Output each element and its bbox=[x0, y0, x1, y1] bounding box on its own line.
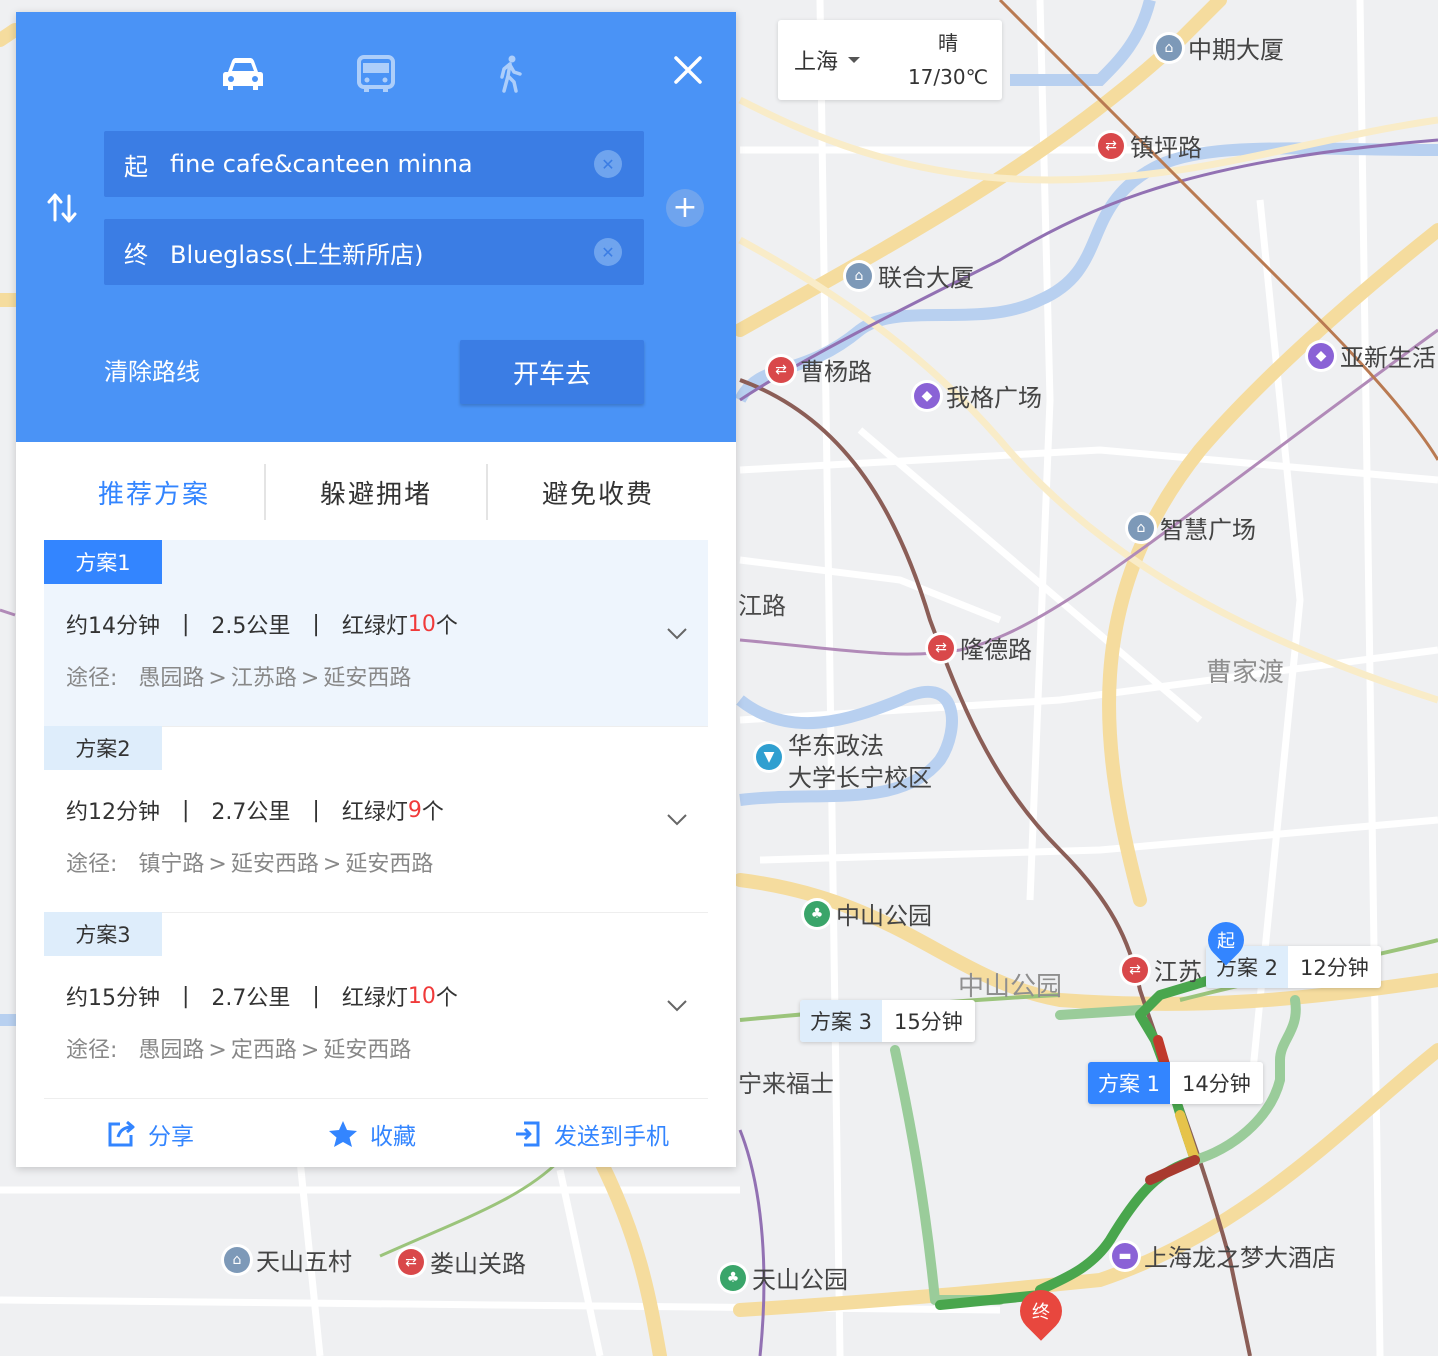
share-button[interactable]: 分享 bbox=[106, 1117, 194, 1151]
clear-start-icon[interactable]: ✕ bbox=[594, 150, 622, 178]
school-icon: ▼ bbox=[756, 744, 782, 770]
route-plan-3[interactable]: 方案3 约15分钟 | 2.7公里 | 红绿灯 10 个 途径: 愚园路 > 定西路 > 延安西… bbox=[44, 912, 708, 1099]
building-icon: ⌂ bbox=[1128, 514, 1154, 541]
building-icon: ⌂ bbox=[224, 1246, 250, 1273]
bus-icon[interactable] bbox=[354, 52, 398, 96]
poi-zhongshan-park[interactable]: ♣ 中山公园 bbox=[804, 896, 932, 931]
area-label-caojiadu: 曹家渡 bbox=[1206, 658, 1285, 688]
metro-icon: ⇄ bbox=[1122, 956, 1148, 983]
plan-via: 途径: 愚园路 > 江苏路 > 延安西路 bbox=[66, 666, 412, 691]
area-label-zhongshan-park: 中山公园 bbox=[958, 972, 1063, 1002]
metro-icon: ⇄ bbox=[398, 1248, 424, 1275]
end-field[interactable]: 终 Blueglass(上生新所店) ✕ bbox=[104, 219, 644, 285]
panel-actions: 分享 收藏 发送到手机 bbox=[44, 1106, 708, 1162]
poi-woge-plaza[interactable]: ◆ 我格广场 bbox=[914, 378, 1042, 413]
plan-via: 途径: 镇宁路 > 延安西路 > 延安西路 bbox=[66, 852, 434, 877]
poi-line2: 大学长宁校区 bbox=[788, 764, 932, 792]
building-icon: ⌂ bbox=[846, 262, 872, 289]
plan-stats: 约14分钟 | 2.5公里 | 红绿灯 10 个 bbox=[66, 611, 458, 640]
chevron-down-icon[interactable] bbox=[664, 620, 690, 646]
send-to-phone-button[interactable]: 发送到手机 bbox=[514, 1117, 669, 1151]
car-icon[interactable] bbox=[221, 52, 265, 96]
poi-tianshan-wucun[interactable]: ⌂ 天山五村 bbox=[224, 1242, 352, 1277]
poi-line1: 华东政法 bbox=[788, 732, 884, 760]
close-icon[interactable] bbox=[668, 50, 708, 90]
weather-condition: 晴 bbox=[938, 31, 958, 55]
road-label-laifushi: 宁来福士 bbox=[738, 1070, 834, 1098]
shopping-icon: ◆ bbox=[914, 382, 940, 409]
chevron-down-icon[interactable] bbox=[664, 992, 690, 1018]
park-icon: ♣ bbox=[720, 1264, 746, 1291]
start-field[interactable]: 起 fine cafe&canteen minna ✕ bbox=[104, 131, 644, 197]
share-icon bbox=[108, 1120, 135, 1147]
route-panel: 起 fine cafe&canteen minna ✕ 终 Blueglass(… bbox=[16, 12, 736, 1167]
route-tag-plan3[interactable]: 方案 3 15分钟 bbox=[800, 1000, 975, 1042]
chevron-down-icon[interactable] bbox=[664, 806, 690, 832]
poi-tianshan-park[interactable]: ♣ 天山公园 bbox=[720, 1260, 848, 1295]
drive-button[interactable]: 开车去 bbox=[460, 340, 644, 404]
route-plan-1[interactable]: 方案1 约14分钟 | 2.5公里 | 红绿灯 10 个 途径: 愚园路 > 江苏路 > 延安西… bbox=[44, 540, 708, 727]
end-tag: 终 bbox=[124, 240, 148, 269]
favorite-button[interactable]: 收藏 bbox=[328, 1117, 416, 1151]
plan-stats: 约12分钟 | 2.7公里 | 红绿灯 9 个 bbox=[66, 797, 444, 826]
plan-label: 方案1 bbox=[44, 540, 162, 584]
route-panel-header: 起 fine cafe&canteen minna ✕ 终 Blueglass(… bbox=[16, 12, 736, 442]
poi-loushanguan-station[interactable]: ⇄ 娄山关路 bbox=[398, 1244, 526, 1279]
tab-recommended[interactable]: 推荐方案 bbox=[44, 464, 264, 520]
swap-icon[interactable] bbox=[44, 190, 80, 226]
park-icon: ♣ bbox=[804, 900, 830, 927]
weather-info: 晴 17/30℃ bbox=[894, 26, 1002, 94]
building-icon: ⌂ bbox=[1156, 34, 1182, 61]
shopping-icon: ◆ bbox=[1308, 342, 1334, 369]
star-icon bbox=[329, 1121, 357, 1147]
walk-icon[interactable] bbox=[488, 52, 532, 96]
tab-avoid-tolls[interactable]: 避免收费 bbox=[488, 464, 708, 520]
poi-zhihui-plaza[interactable]: ⌂ 智慧广场 bbox=[1128, 510, 1256, 545]
city-name: 上海 bbox=[794, 50, 839, 75]
plan-label: 方案2 bbox=[44, 726, 162, 770]
metro-icon: ⇄ bbox=[928, 634, 954, 661]
start-tag: 起 bbox=[124, 152, 148, 181]
poi-yaxin-life[interactable]: ◆ 亚新生活 bbox=[1308, 338, 1436, 373]
weather-widget: 上海 晴 17/30℃ bbox=[778, 20, 1002, 100]
poi-lianhe-building[interactable]: ⌂ 联合大厦 bbox=[846, 258, 974, 293]
route-tag-plan1[interactable]: 方案 1 14分钟 bbox=[1088, 1062, 1263, 1104]
city-selector[interactable]: 上海 bbox=[794, 44, 894, 76]
start-value[interactable]: fine cafe&canteen minna bbox=[170, 150, 594, 178]
end-value[interactable]: Blueglass(上生新所店) bbox=[170, 235, 594, 270]
clear-end-icon[interactable]: ✕ bbox=[594, 238, 622, 266]
poi-ecupl-changning[interactable]: ▼ 华东政法大学长宁校区 bbox=[756, 730, 932, 794]
poi-zhenping-road-station[interactable]: ⇄ 镇坪路 bbox=[1098, 128, 1202, 163]
send-to-phone-icon bbox=[516, 1121, 540, 1147]
route-preference-tabs: 推荐方案 躲避拥堵 避免收费 bbox=[44, 464, 708, 520]
plan-label: 方案3 bbox=[44, 912, 162, 956]
poi-longde-road-station[interactable]: ⇄ 隆德路 bbox=[928, 630, 1032, 665]
metro-icon: ⇄ bbox=[768, 356, 794, 383]
caret-down-icon bbox=[848, 57, 861, 63]
route-plan-2[interactable]: 方案2 约12分钟 | 2.7公里 | 红绿灯 9 个 途径: 镇宁路 > 延安西路 > 延安西… bbox=[44, 726, 708, 913]
clear-route-link[interactable]: 清除路线 bbox=[104, 352, 200, 387]
weather-temp: 17/30℃ bbox=[907, 65, 989, 89]
poi-jiangsu-station[interactable]: ⇄ 江苏 bbox=[1122, 952, 1202, 987]
plan-via: 途径: 愚园路 > 定西路 > 延安西路 bbox=[66, 1038, 412, 1063]
poi-caoyang-road-station[interactable]: ⇄ 曹杨路 bbox=[768, 352, 872, 387]
metro-icon: ⇄ bbox=[1098, 132, 1124, 159]
tab-avoid-congestion[interactable]: 躲避拥堵 bbox=[266, 464, 486, 520]
poi-zhongqi-building[interactable]: ⌂ 中期大厦 bbox=[1156, 30, 1284, 65]
hotel-icon: ▬ bbox=[1112, 1242, 1138, 1269]
road-label-jiang: 江路 bbox=[738, 592, 786, 620]
plan-stats: 约15分钟 | 2.7公里 | 红绿灯 10 个 bbox=[66, 983, 458, 1012]
poi-longzhimeng-hotel[interactable]: ▬ 上海龙之梦大酒店 bbox=[1112, 1238, 1336, 1273]
add-waypoint-icon[interactable]: + bbox=[666, 189, 704, 227]
